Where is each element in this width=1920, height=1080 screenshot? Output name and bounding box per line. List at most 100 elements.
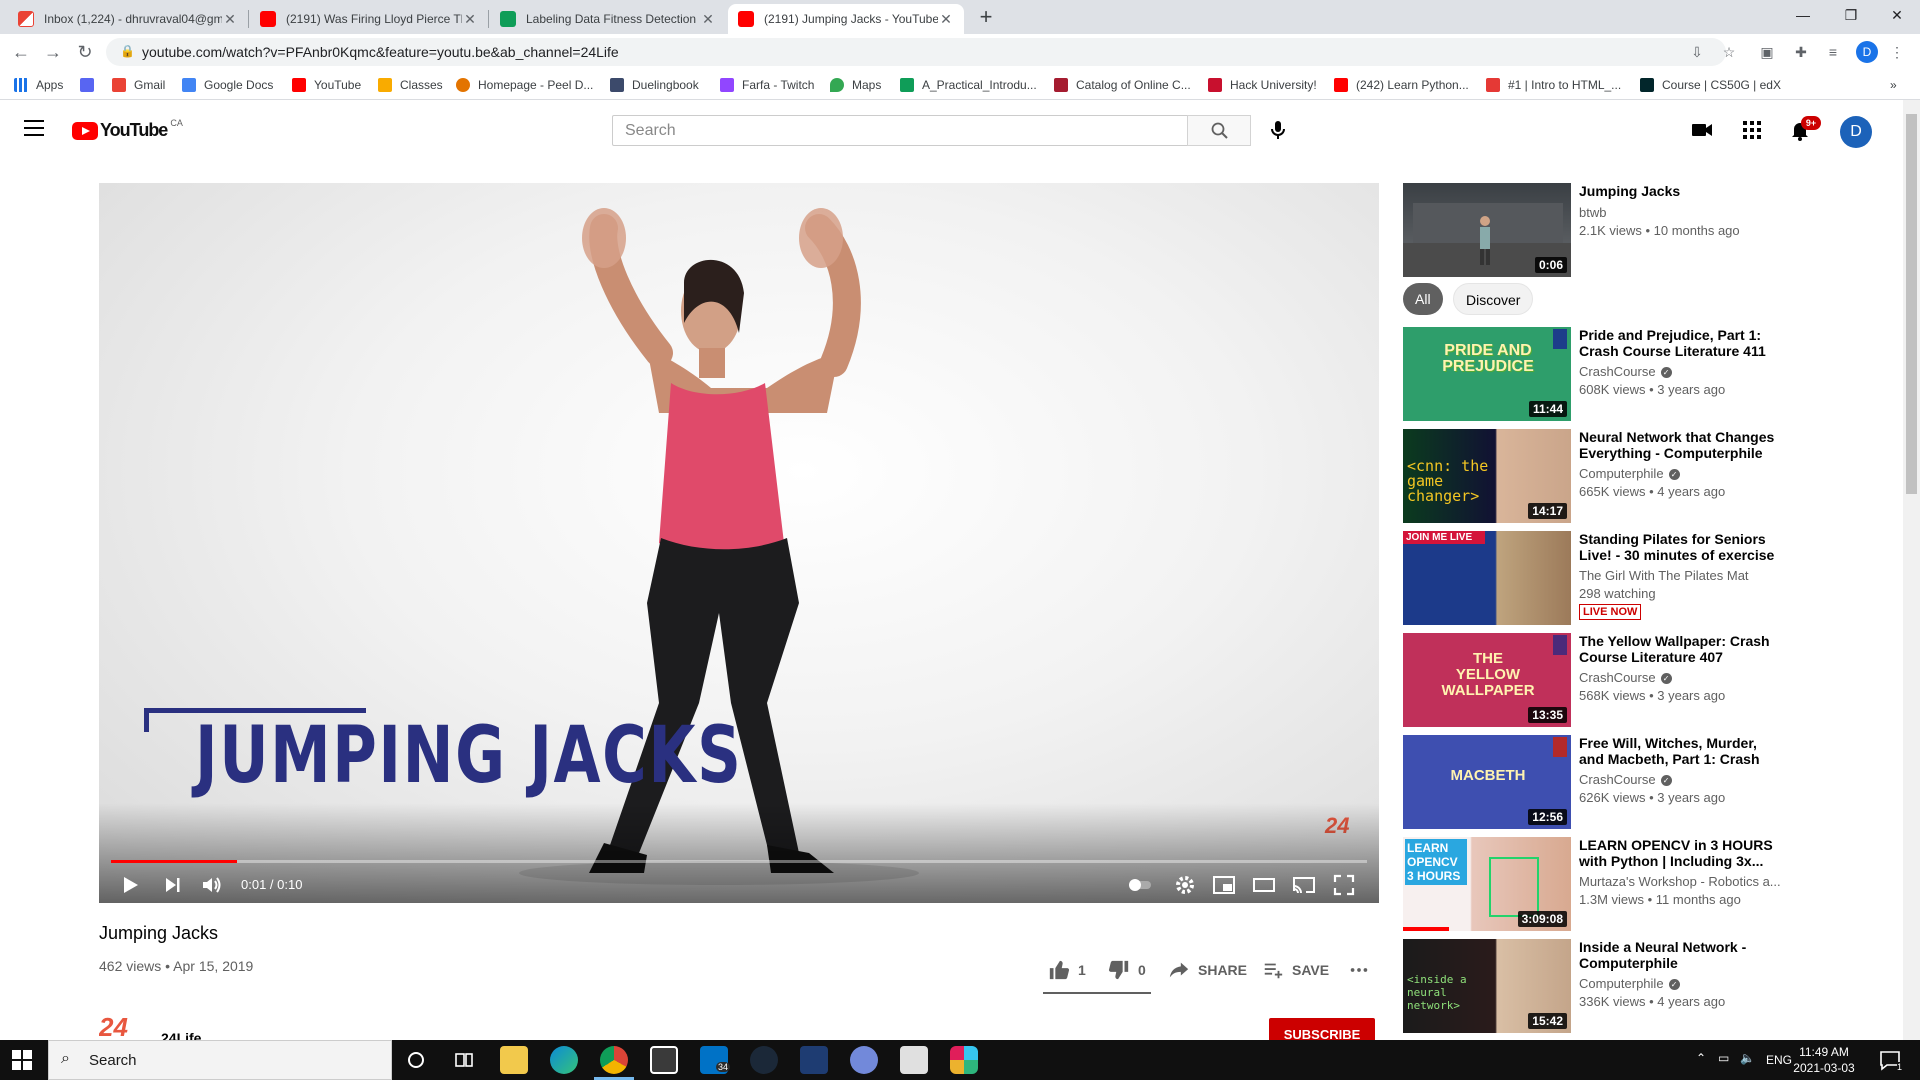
related-video-title[interactable]: Neural Network that Changes Everything -…	[1579, 429, 1783, 461]
taskbar-search-input[interactable]: ⌕ Search	[48, 1040, 392, 1080]
media-icon[interactable]: ≡	[1822, 42, 1844, 64]
tab-youtube-lloyd[interactable]: (2191) Was Firing Lloyd Pierce Th ✕	[250, 4, 488, 34]
video-thumbnail[interactable]: PRIDE AND PREJUDICE 11:44	[1403, 327, 1571, 421]
related-video-title[interactable]: Inside a Neural Network - Computerphile	[1579, 939, 1783, 971]
battery-icon[interactable]: ▭	[1718, 1051, 1729, 1065]
bookmark-hack-university[interactable]: Hack University!	[1208, 76, 1317, 94]
video-player[interactable]: JUMPING JACKS 24 0:01 / 0:10	[99, 183, 1379, 903]
account-avatar[interactable]: D	[1840, 116, 1872, 148]
close-icon[interactable]: ✕	[462, 11, 478, 28]
like-button[interactable]: 1	[1048, 958, 1086, 982]
related-video-channel[interactable]: The Girl With The Pilates Mat	[1579, 568, 1783, 583]
address-bar[interactable]: 🔒 youtube.com/watch?v=PFAnbr0Kqmc&featur…	[106, 38, 1726, 66]
tab-jumping-jacks[interactable]: (2191) Jumping Jacks - YouTube ✕	[728, 4, 964, 34]
related-video-item[interactable]: LEARN OPENCV 3 HOURS 3:09:08 LEARN OPENC…	[1403, 837, 1783, 933]
next-icon[interactable]	[159, 873, 185, 897]
related-video-channel[interactable]: Murtaza's Workshop - Robotics a...	[1579, 874, 1783, 889]
discord-icon[interactable]	[850, 1046, 878, 1074]
more-bookmarks-chevron-icon[interactable]: »	[1890, 76, 1897, 94]
forward-button[interactable]: →	[40, 40, 66, 66]
close-icon[interactable]: ✕	[222, 11, 238, 28]
microphone-icon[interactable]	[1266, 118, 1290, 142]
page-scrollbar[interactable]	[1903, 100, 1920, 1040]
related-video-title[interactable]: Standing Pilates for Seniors Live! - 30 …	[1579, 531, 1783, 565]
related-video-title[interactable]: Free Will, Witches, Murder, and Macbeth,…	[1579, 735, 1783, 769]
video-thumbnail[interactable]: <cnn: the game changer> 14:17	[1403, 429, 1571, 523]
video-thumbnail[interactable]: MACBETH 12:56	[1403, 735, 1571, 829]
back-button[interactable]: ←	[8, 40, 34, 66]
task-view-icon[interactable]	[450, 1046, 478, 1074]
cortana-icon[interactable]	[402, 1046, 430, 1074]
bookmark-peel[interactable]: Homepage - Peel D...	[456, 76, 593, 94]
profile-avatar[interactable]: D	[1856, 41, 1878, 63]
video-thumbnail[interactable]: JOIN ME LIVE	[1403, 531, 1571, 625]
cast-icon[interactable]	[1291, 873, 1317, 897]
chrome-icon[interactable]	[600, 1046, 628, 1074]
fullscreen-icon[interactable]	[1331, 873, 1357, 897]
autoplay-toggle-icon[interactable]	[1127, 873, 1153, 897]
miniplayer-icon[interactable]	[1211, 873, 1237, 897]
window-close-button[interactable]: ✕	[1874, 0, 1920, 30]
bookmark-twitch[interactable]: Farfa - Twitch	[720, 76, 814, 94]
bookmark-gmail[interactable]: Gmail	[112, 76, 165, 94]
volume-icon[interactable]: 🔈	[1740, 1051, 1755, 1065]
bookmark-youtube[interactable]: YouTube	[292, 76, 361, 94]
related-video-item[interactable]: PRIDE AND PREJUDICE 11:44 Pride and Prej…	[1403, 327, 1783, 423]
menu-hamburger-icon[interactable]	[24, 120, 44, 136]
bookmark-discord[interactable]	[80, 76, 102, 94]
share-button[interactable]: SHARE	[1168, 958, 1247, 982]
save-button[interactable]: SAVE	[1262, 958, 1329, 982]
more-actions-button[interactable]	[1348, 958, 1378, 982]
play-icon[interactable]	[117, 873, 143, 897]
video-thumbnail[interactable]: <inside a neural network> 15:42	[1403, 939, 1571, 1033]
steam-icon[interactable]	[750, 1046, 778, 1074]
progress-bar[interactable]	[111, 860, 1367, 863]
related-video-channel[interactable]: CrashCourse ✓	[1579, 670, 1783, 685]
related-video-channel[interactable]: btwb	[1579, 205, 1783, 220]
related-video-channel[interactable]: CrashCourse ✓	[1579, 772, 1783, 787]
tray-chevron-icon[interactable]: ⌃	[1696, 1051, 1706, 1065]
menu-dots-icon[interactable]: ⋮	[1886, 42, 1908, 64]
youtube-logo[interactable]: YouTube CA	[72, 118, 183, 141]
related-video-channel[interactable]: CrashCourse ✓	[1579, 364, 1783, 379]
bookmark-catalog[interactable]: Catalog of Online C...	[1054, 76, 1191, 94]
related-video-title[interactable]: LEARN OPENCV in 3 HOURS with Python | In…	[1579, 837, 1783, 869]
bookmark-star-icon[interactable]: ☆	[1718, 42, 1740, 64]
restore-button[interactable]: ❐	[1828, 0, 1874, 30]
puzzle-icon[interactable]: ✚	[1790, 42, 1812, 64]
search-input[interactable]: Search	[612, 115, 1188, 146]
close-icon[interactable]: ✕	[938, 11, 954, 28]
related-video-channel[interactable]: Computerphile ✓	[1579, 466, 1783, 481]
related-video-item[interactable]: THE YELLOW WALLPAPER 13:35 The Yellow Wa…	[1403, 633, 1783, 729]
bookmark-apps[interactable]: Apps	[14, 76, 63, 94]
dislike-button[interactable]: 0	[1108, 958, 1146, 982]
chip-discover[interactable]: Discover	[1453, 283, 1534, 315]
settings-gear-icon[interactable]	[1172, 873, 1198, 897]
related-video-title[interactable]: The Yellow Wallpaper: Crash Course Liter…	[1579, 633, 1783, 665]
slack-icon[interactable]	[950, 1046, 978, 1074]
theater-mode-icon[interactable]	[1251, 873, 1277, 897]
chip-all[interactable]: All	[1403, 283, 1443, 315]
system-clock[interactable]: 11:49 AM 2021-03-03	[1784, 1044, 1864, 1076]
notepad-icon[interactable]	[900, 1046, 928, 1074]
bookmark-maps[interactable]: Maps	[830, 76, 881, 94]
search-button[interactable]	[1187, 115, 1251, 146]
related-video-channel[interactable]: Computerphile ✓	[1579, 976, 1783, 991]
video-thumbnail[interactable]: LEARN OPENCV 3 HOURS 3:09:08	[1403, 837, 1571, 931]
bookmark-practical-intro[interactable]: A_Practical_Introdu...	[900, 76, 1037, 94]
tab-gmail[interactable]: Inbox (1,224) - dhruvraval04@gm ✕	[8, 4, 248, 34]
windows-start-icon[interactable]	[12, 1050, 32, 1070]
action-center-icon[interactable]: 1	[1878, 1048, 1902, 1072]
related-video-title[interactable]: Pride and Prejudice, Part 1: Crash Cours…	[1579, 327, 1783, 359]
related-video-item[interactable]: <cnn: the game changer> 14:17 Neural Net…	[1403, 429, 1783, 525]
reload-button[interactable]: ↻	[72, 40, 98, 66]
video-thumbnail[interactable]: THE YELLOW WALLPAPER 13:35	[1403, 633, 1571, 727]
video-thumbnail[interactable]: 0:06	[1403, 183, 1571, 277]
bookmark-edx[interactable]: Course | CS50G | edX	[1640, 76, 1781, 94]
volume-icon[interactable]	[199, 873, 225, 897]
related-video-item[interactable]: MACBETH 12:56 Free Will, Witches, Murder…	[1403, 735, 1783, 831]
bookmark-duelingbook[interactable]: Duelingbook	[610, 76, 699, 94]
install-icon[interactable]: ⇩	[1686, 42, 1708, 64]
related-video-item[interactable]: 0:06 Jumping Jacks btwb 2.1K views • 10 …	[1403, 183, 1783, 279]
related-video-item[interactable]: JOIN ME LIVE Standing Pilates for Senior…	[1403, 531, 1783, 627]
